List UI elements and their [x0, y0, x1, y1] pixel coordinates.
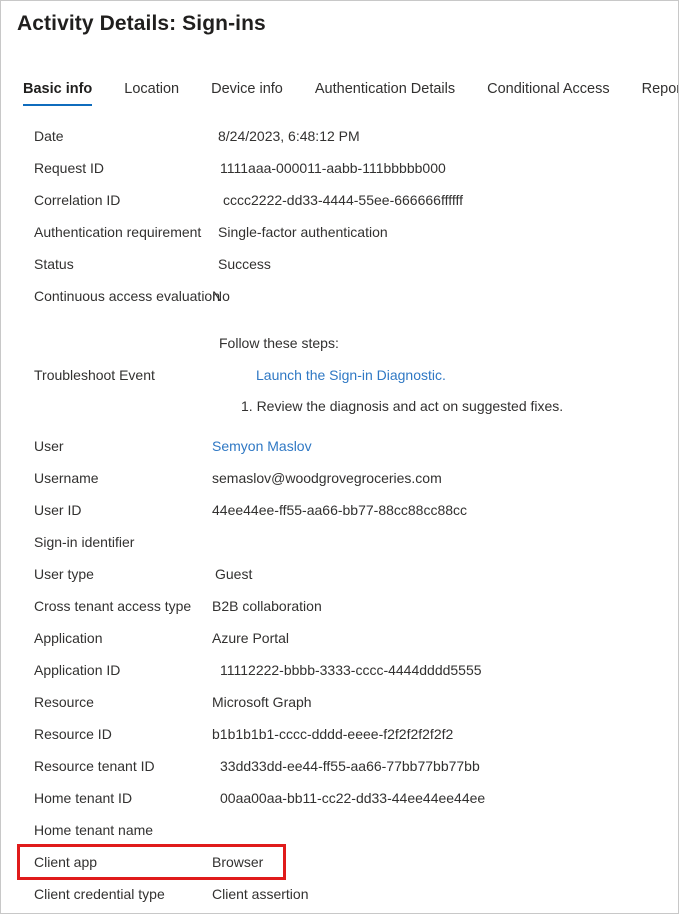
detail-label: Cross tenant access type	[34, 598, 192, 614]
detail-row: Application ID 11112222-bbbb-3333-cccc-44…	[1, 654, 678, 686]
detail-value: 1111aaa-000011-aabb-111bbbbb000	[220, 160, 446, 176]
detail-value: Browser	[212, 854, 264, 870]
page-title: Activity Details: Sign-ins	[17, 12, 266, 35]
activity-details-panel: Activity Details: Sign-ins Basic info Loc…	[0, 0, 679, 914]
detail-label: Application	[34, 630, 103, 646]
detail-label: Home tenant ID	[34, 790, 133, 806]
detail-label: Status	[34, 256, 74, 272]
detail-label: Application ID	[34, 662, 121, 678]
tab-report-only[interactable]: Report-only	[642, 81, 678, 106]
detail-label: Resource tenant ID	[34, 758, 155, 774]
detail-label: Date	[34, 128, 64, 144]
detail-label: User	[34, 438, 64, 454]
tab-conditional-access[interactable]: Conditional Access	[487, 81, 610, 106]
detail-row: Resource Microsoft Graph	[1, 686, 678, 718]
troubleshoot-intro-text: Follow these steps:	[219, 335, 339, 351]
detail-label: Client credential type	[34, 886, 165, 902]
detail-label: Continuous access evaluation	[34, 288, 221, 304]
detail-label: Username	[34, 470, 99, 486]
detail-row: Client app Browser	[1, 846, 678, 878]
detail-row: Username semaslov@woodgrovegroceries.com	[1, 462, 678, 494]
troubleshoot-event-row: Troubleshoot Event Follow these steps: L…	[1, 326, 678, 430]
detail-label: Correlation ID	[34, 192, 121, 208]
troubleshoot-step-text: 1. Review the diagnosis and act on sugge…	[241, 398, 564, 414]
detail-value: Guest	[215, 566, 253, 582]
tab-bar: Basic info Location Device info Authenticat…	[23, 81, 678, 111]
tab-basic-info[interactable]: Basic info	[23, 81, 93, 106]
detail-value-link[interactable]: Semyon Maslov	[212, 438, 312, 454]
detail-row: Authentication requirement Single-factor …	[1, 216, 678, 248]
detail-row: Application Azure Portal	[1, 622, 678, 654]
detail-row: User Semyon Maslov	[1, 430, 678, 462]
detail-value: 11112222-bbbb-3333-cccc-4444dddd5555	[220, 662, 482, 678]
detail-label: Client app	[34, 854, 98, 870]
detail-label: Request ID	[34, 160, 105, 176]
detail-row: Request ID 1111aaa-000011-aabb-111bbbbb00…	[1, 152, 678, 184]
detail-row: Resource tenant ID 33dd33dd-ee44-ff55-aa6…	[1, 750, 678, 782]
detail-row: Correlation ID cccc2222-dd33-4444-55ee-66…	[1, 184, 678, 216]
troubleshoot-event-label: Troubleshoot Event	[34, 367, 155, 383]
details-group-top: Date 8/24/2023, 6:48:12 PM Request ID 1111a…	[1, 120, 678, 312]
tab-location[interactable]: Location	[124, 81, 179, 106]
detail-label: Sign-in identifier	[34, 534, 135, 550]
detail-label: Authentication requirement	[34, 224, 202, 240]
detail-row: Continuous access evaluation No	[1, 280, 678, 312]
detail-row: Cross tenant access type B2B collaboratio…	[1, 590, 678, 622]
details-list: Date 8/24/2023, 6:48:12 PM Request ID 1111a…	[1, 120, 678, 910]
detail-label: Home tenant name	[34, 822, 154, 838]
detail-value: semaslov@woodgrovegroceries.com	[212, 470, 442, 486]
detail-row: User ID 44ee44ee-ff55-aa66-bb77-88cc88cc8…	[1, 494, 678, 526]
detail-row: User type Guest	[1, 558, 678, 590]
launch-signin-diagnostic-link[interactable]: Launch the Sign-in Diagnostic.	[256, 367, 446, 383]
detail-label: Resource ID	[34, 726, 112, 742]
tab-device-info[interactable]: Device info	[211, 81, 283, 106]
detail-row: Home tenant ID 00aa00aa-bb11-cc22-dd33-44…	[1, 782, 678, 814]
details-group-bottom: User Semyon Maslov Username semaslov@woodgr…	[1, 430, 678, 910]
detail-value: Microsoft Graph	[212, 694, 312, 710]
detail-value: B2B collaboration	[212, 598, 322, 614]
detail-row: Sign-in identifier	[1, 526, 678, 558]
detail-value: Azure Portal	[212, 630, 290, 646]
detail-value: 44ee44ee-ff55-aa66-bb77-88cc88cc88cc	[212, 502, 468, 518]
detail-row: Resource ID b1b1b1b1-cccc-dddd-eeee-f2f2f…	[1, 718, 678, 750]
detail-row: Status Success	[1, 248, 678, 280]
detail-row: Home tenant name	[1, 814, 678, 846]
detail-row: Date 8/24/2023, 6:48:12 PM	[1, 120, 678, 152]
detail-value: 00aa00aa-bb11-cc22-dd33-44ee44ee44ee	[220, 790, 486, 806]
detail-value: No	[212, 288, 230, 304]
detail-value: 8/24/2023, 6:48:12 PM	[218, 128, 360, 144]
detail-label: User ID	[34, 502, 82, 518]
detail-value: Success	[218, 256, 271, 272]
detail-value: cccc2222-dd33-4444-55ee-666666ffffff	[223, 192, 464, 208]
detail-value: 33dd33dd-ee44-ff55-aa66-77bb77bb77bb	[220, 758, 480, 774]
detail-value: b1b1b1b1-cccc-dddd-eeee-f2f2f2f2f2f2	[212, 726, 454, 742]
detail-value: Single-factor authentication	[218, 224, 388, 240]
detail-value: Client assertion	[212, 886, 309, 902]
detail-row: Client credential type Client assertion	[1, 878, 678, 910]
detail-label: Resource	[34, 694, 94, 710]
detail-label: User type	[34, 566, 94, 582]
tab-authentication-details[interactable]: Authentication Details	[315, 81, 455, 106]
